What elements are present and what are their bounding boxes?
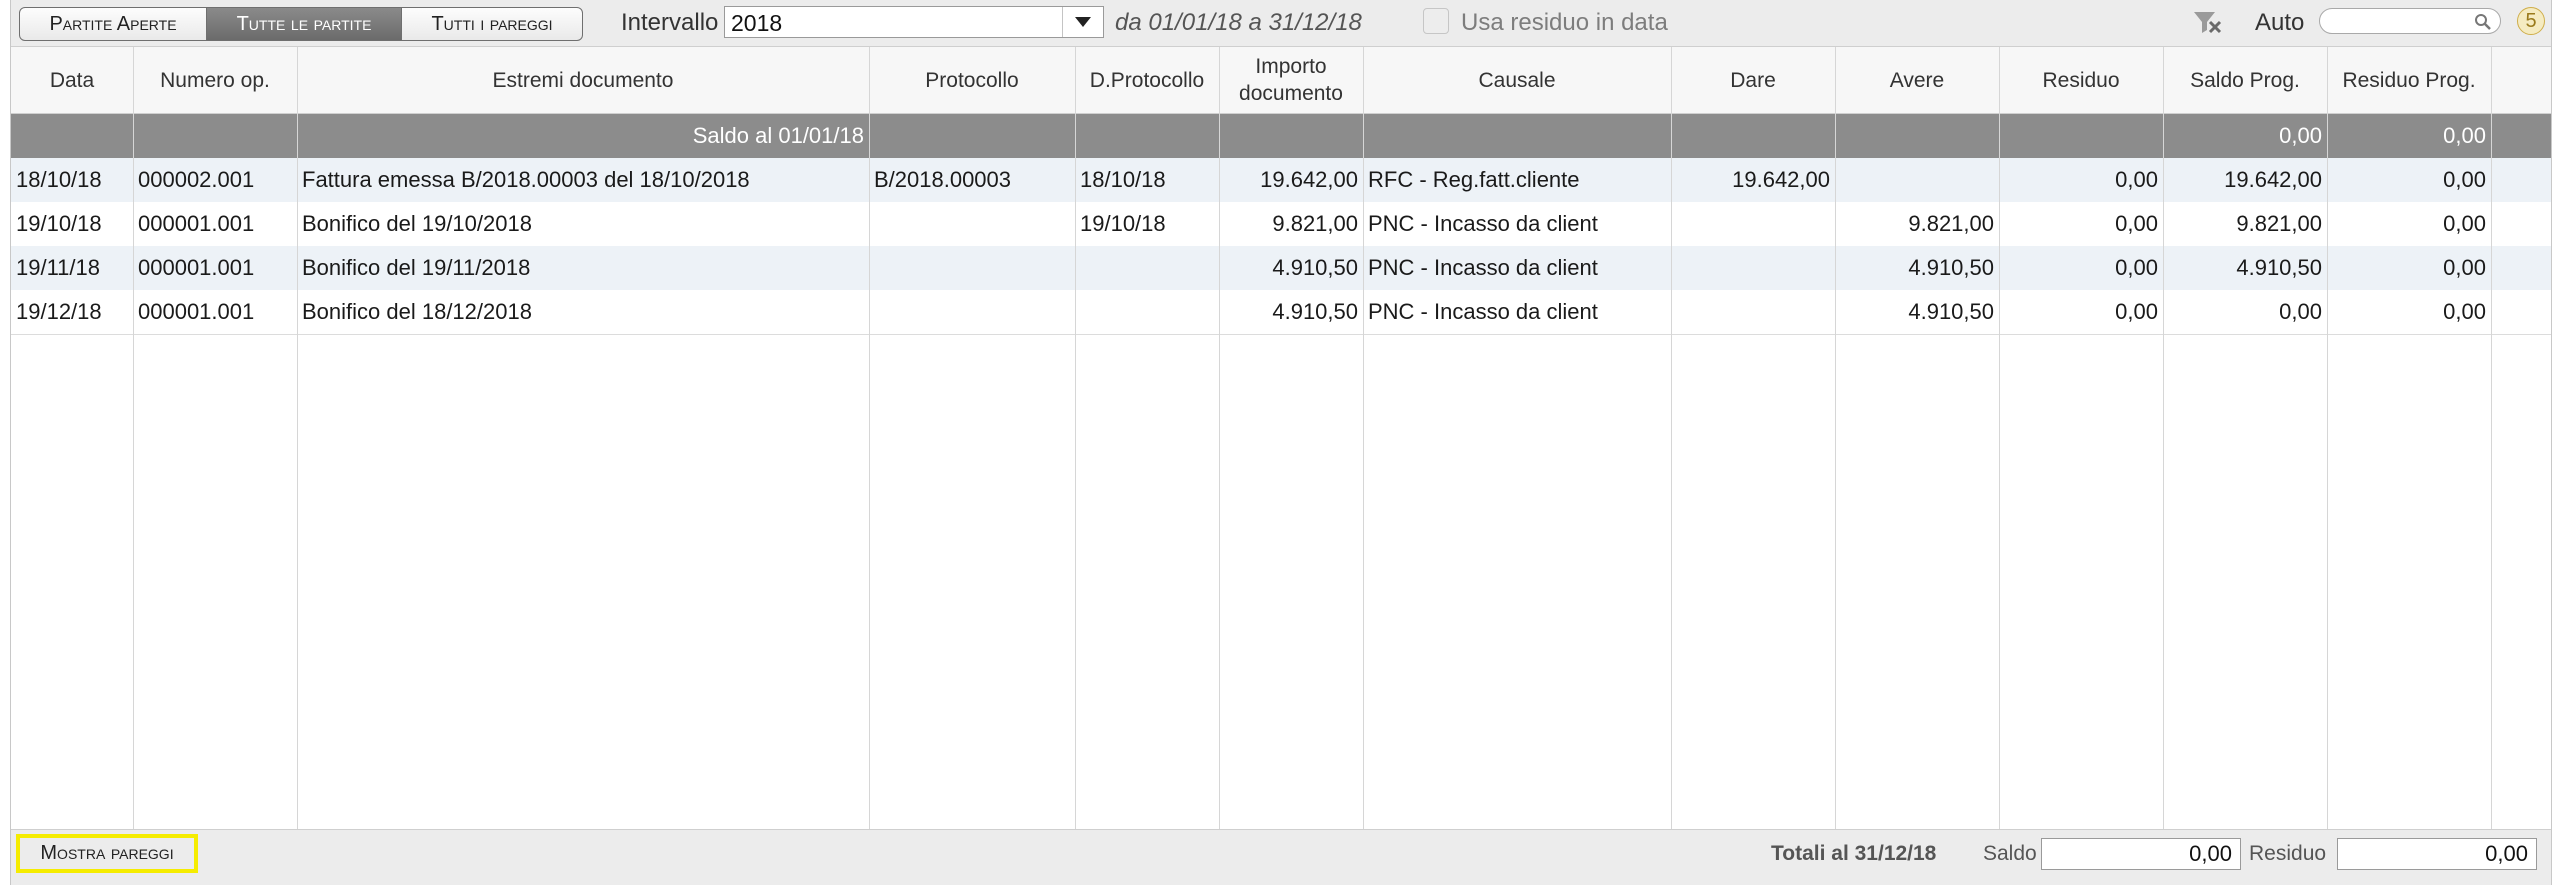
- chevron-down-icon[interactable]: [1062, 7, 1103, 37]
- cell-residuo: 0,00: [2115, 167, 2158, 192]
- cell-avere: [1835, 158, 1999, 202]
- column-header-residuo-prog[interactable]: Residuo Prog.: [2327, 47, 2491, 113]
- cell-protocollo: B/2018.00003: [874, 167, 1012, 192]
- cell-importo-documento: 4.910,50: [1272, 299, 1358, 324]
- cell-estremi-documento: Bonifico del 18/12/2018: [302, 299, 532, 324]
- column-header-importo-documento[interactable]: Importo documento: [1219, 47, 1363, 113]
- residuo-label: Residuo: [2249, 842, 2327, 865]
- cell-numero-op: 000002.001: [138, 167, 255, 192]
- cell-importo-documento: 9.821,00: [1272, 211, 1358, 236]
- cell-residuo: 0,00: [2115, 255, 2158, 280]
- ledger-table: Data Numero op. Estremi documento Protoc…: [11, 46, 2551, 830]
- cell-saldo-prog: 19.642,00: [2224, 167, 2322, 192]
- cell-residuo-prog: 0,00: [2443, 255, 2486, 280]
- column-header-avere[interactable]: Avere: [1835, 47, 1999, 113]
- cell-residuo: 0,00: [2115, 211, 2158, 236]
- cell-importo-documento: 4.910,50: [1272, 255, 1358, 280]
- cell-avere: 4.910,50: [1908, 255, 1994, 280]
- column-header-numero-op[interactable]: Numero op.: [133, 47, 297, 113]
- cell-numero-op: 000001.001: [138, 299, 255, 324]
- date-range-text: da 01/01/18 a 31/12/18: [1115, 9, 1362, 36]
- opening-residuo-prog: 0,00: [2443, 123, 2486, 148]
- mostra-pareggi-button[interactable]: Mostra pareggi: [16, 834, 198, 873]
- search-icon: [2475, 14, 2491, 30]
- segment-tutti-i-pareggi[interactable]: Tutti i pareggi: [402, 8, 582, 40]
- view-segmented-control: Partite Aperte Tutte le partite Tutti i …: [19, 7, 583, 41]
- cell-residuo: 0,00: [2115, 299, 2158, 324]
- intervallo-label: Intervallo: [621, 9, 719, 36]
- cell-residuo-prog: 0,00: [2443, 211, 2486, 236]
- opening-balance-row: Saldo al 01/01/18 0,00 0,00: [11, 114, 2551, 158]
- opening-saldo-prog: 0,00: [2279, 123, 2322, 148]
- cell-protocollo: [869, 246, 1075, 290]
- cell-dare: [1671, 290, 1835, 334]
- cell-causale: PNC - Incasso da client: [1368, 255, 1598, 280]
- cell-avere: 4.910,50: [1908, 299, 1994, 324]
- cell-saldo-prog: 4.910,50: [2236, 255, 2322, 280]
- cell-data: 19/10/18: [16, 211, 102, 236]
- cell-dare: [1671, 246, 1835, 290]
- intervallo-value: 2018: [731, 10, 783, 36]
- table-end-divider: [11, 334, 2551, 335]
- cell-d-protocollo: 18/10/18: [1080, 167, 1166, 192]
- intervallo-combobox[interactable]: 2018: [724, 6, 1104, 38]
- cell-dare: [1671, 202, 1835, 246]
- column-header-d-protocollo[interactable]: D.Protocollo: [1075, 47, 1219, 113]
- usa-residuo-label: Usa residuo in data: [1461, 9, 1668, 36]
- usa-residuo-checkbox[interactable]: [1423, 8, 1449, 34]
- saldo-label: Saldo: [1983, 842, 2037, 865]
- totali-label: Totali al 31/12/18: [1771, 842, 1937, 865]
- footer-bar: Mostra pareggi Totali al 31/12/18 Saldo …: [11, 829, 2551, 885]
- ledger-window: Partite Aperte Tutte le partite Tutti i …: [10, 0, 2552, 885]
- cell-data: 19/12/18: [16, 299, 102, 324]
- cell-numero-op: 000001.001: [138, 255, 255, 280]
- table-row[interactable]: 18/10/18 000002.001 Fattura emessa B/2018.…: [11, 158, 2551, 202]
- column-header-causale[interactable]: Causale: [1363, 47, 1671, 113]
- cell-residuo-prog: 0,00: [2443, 167, 2486, 192]
- cell-protocollo: [869, 290, 1075, 334]
- cell-estremi-documento: Bonifico del 19/10/2018: [302, 211, 532, 236]
- cell-avere: 9.821,00: [1908, 211, 1994, 236]
- cell-d-protocollo: [1075, 290, 1219, 334]
- table-row[interactable]: 19/10/18 000001.001 Bonifico del 19/10/201…: [11, 202, 2551, 246]
- toolbar: Partite Aperte Tutte le partite Tutti i …: [11, 0, 2551, 46]
- cell-d-protocollo: [1075, 246, 1219, 290]
- cell-estremi-documento: Fattura emessa B/2018.00003 del 18/10/20…: [302, 167, 750, 192]
- residuo-field[interactable]: 0,00: [2337, 838, 2537, 870]
- cell-protocollo: [869, 202, 1075, 246]
- column-header-saldo-prog[interactable]: Saldo Prog.: [2163, 47, 2327, 113]
- column-header-residuo[interactable]: Residuo: [1999, 47, 2163, 113]
- cell-saldo-prog: 9.821,00: [2236, 211, 2322, 236]
- segment-tutte-le-partite[interactable]: Tutte le partite: [207, 8, 402, 40]
- table-row[interactable]: 19/12/18 000001.001 Bonifico del 18/12/201…: [11, 290, 2551, 334]
- table-header: Data Numero op. Estremi documento Protoc…: [11, 47, 2551, 114]
- saldo-field[interactable]: 0,00: [2041, 838, 2241, 870]
- cell-d-protocollo: 19/10/18: [1080, 211, 1166, 236]
- cell-saldo-prog: 0,00: [2279, 299, 2322, 324]
- cell-residuo-prog: 0,00: [2443, 299, 2486, 324]
- cell-data: 19/11/18: [16, 255, 101, 280]
- cell-numero-op: 000001.001: [138, 211, 255, 236]
- cell-estremi-documento: Bonifico del 19/11/2018: [302, 255, 531, 280]
- clear-filter-icon[interactable]: [2191, 8, 2223, 36]
- count-badge: 5: [2517, 7, 2545, 35]
- search-input[interactable]: [2319, 8, 2501, 34]
- segment-partite-aperte[interactable]: Partite Aperte: [20, 8, 207, 40]
- column-header-data[interactable]: Data: [11, 47, 133, 113]
- opening-balance-label: Saldo al 01/01/18: [692, 123, 864, 148]
- column-header-protocollo[interactable]: Protocollo: [869, 47, 1075, 113]
- cell-causale: RFC - Reg.fatt.cliente: [1368, 167, 1580, 192]
- cell-causale: PNC - Incasso da client: [1368, 299, 1598, 324]
- cell-data: 18/10/18: [16, 167, 102, 192]
- cell-importo-documento: 19.642,00: [1260, 167, 1358, 192]
- table-row[interactable]: 19/11/18 000001.001 Bonifico del 19/11/201…: [11, 246, 2551, 290]
- cell-causale: PNC - Incasso da client: [1368, 211, 1598, 236]
- column-header-dare[interactable]: Dare: [1671, 47, 1835, 113]
- column-header-estremi-documento[interactable]: Estremi documento: [297, 47, 869, 113]
- cell-dare: 19.642,00: [1732, 167, 1830, 192]
- auto-label: Auto: [2255, 9, 2305, 36]
